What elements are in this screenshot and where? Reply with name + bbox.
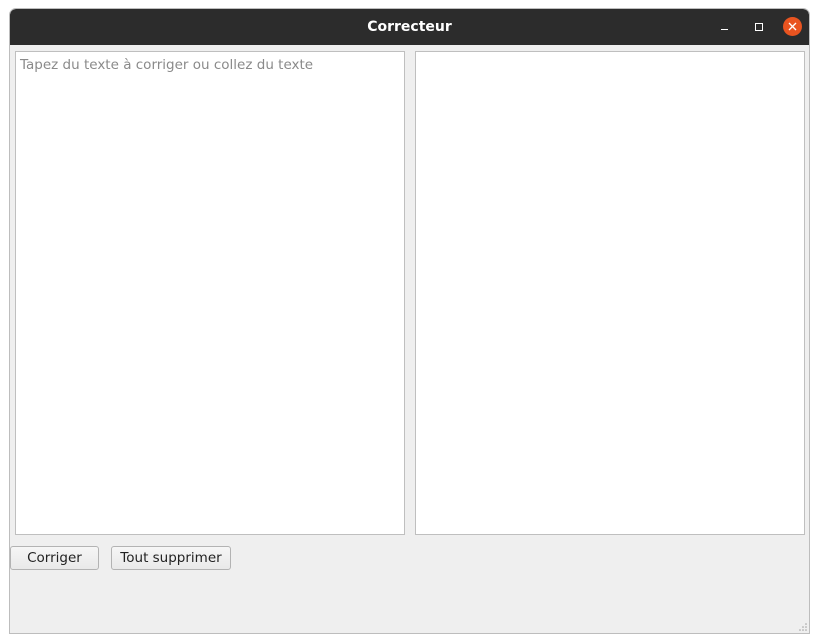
title-bar[interactable]: Correcteur xyxy=(10,9,809,45)
app-window: Correcteur Corriger Tout supprimer xyxy=(9,8,810,634)
maximize-button[interactable] xyxy=(749,17,769,37)
minimize-icon xyxy=(721,29,728,30)
output-pane xyxy=(415,51,805,535)
maximize-icon xyxy=(755,23,763,31)
correct-button[interactable]: Corriger xyxy=(10,546,99,570)
clear-all-button[interactable]: Tout supprimer xyxy=(111,546,231,570)
close-icon xyxy=(788,22,797,31)
minimize-button[interactable] xyxy=(714,17,734,37)
resize-grip-icon[interactable] xyxy=(797,621,807,631)
close-button[interactable] xyxy=(783,17,802,36)
input-textarea[interactable] xyxy=(16,52,404,534)
input-pane xyxy=(15,51,405,535)
output-textarea[interactable] xyxy=(416,52,804,534)
window-title: Correcteur xyxy=(367,19,452,35)
